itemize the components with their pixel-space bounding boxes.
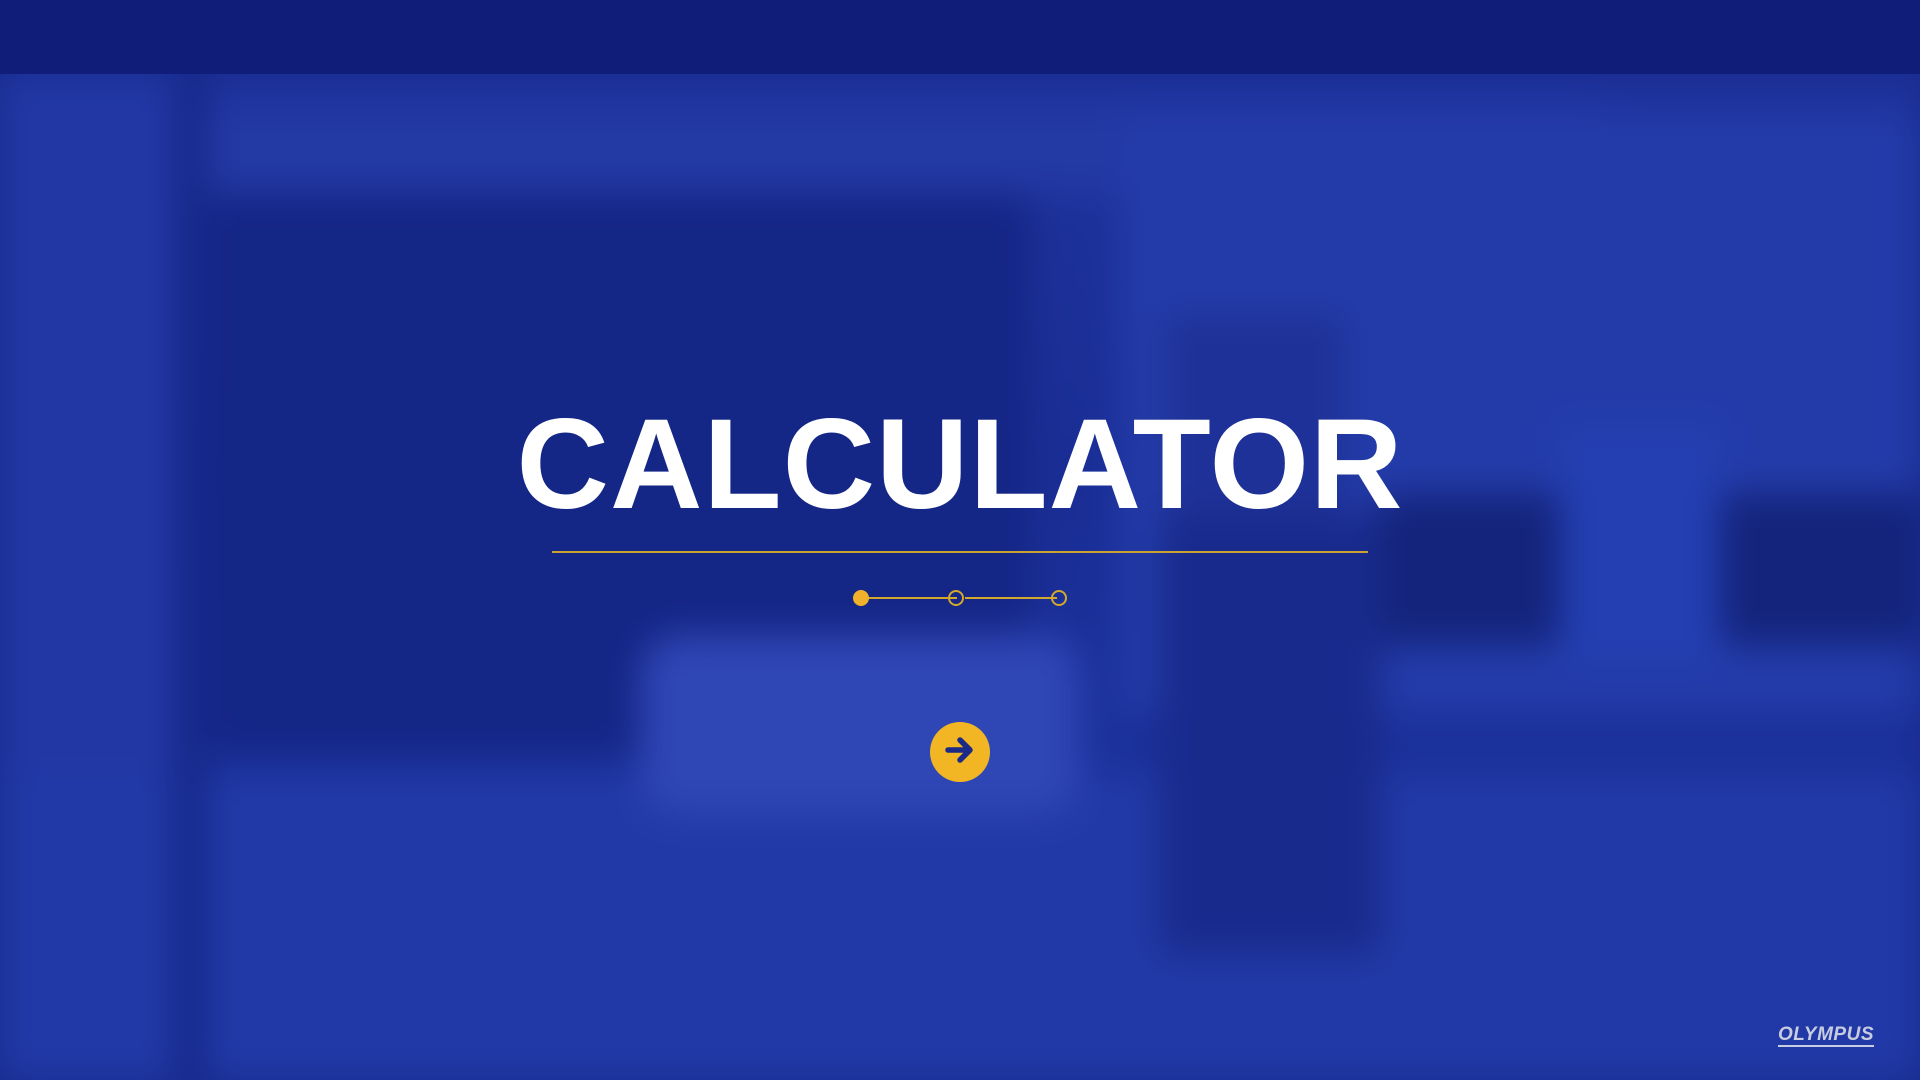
step-connector [863,597,957,599]
page-title: CALCULATOR [516,393,1404,536]
top-bar [0,0,1920,74]
next-button[interactable] [930,722,990,782]
title-divider [552,551,1368,553]
arrow-right-icon [943,733,977,772]
step-dot-1 [853,590,869,606]
step-connector [965,597,1057,599]
blue-overlay [0,74,1920,1080]
calculator-intro-screen: CALCULATOR OLYMPUS [0,0,1920,1080]
step-indicator [853,588,1067,608]
step-dot-2 [948,590,964,606]
olympus-logo: OLYMPUS [1777,1024,1874,1047]
step-dot-3 [1051,590,1067,606]
